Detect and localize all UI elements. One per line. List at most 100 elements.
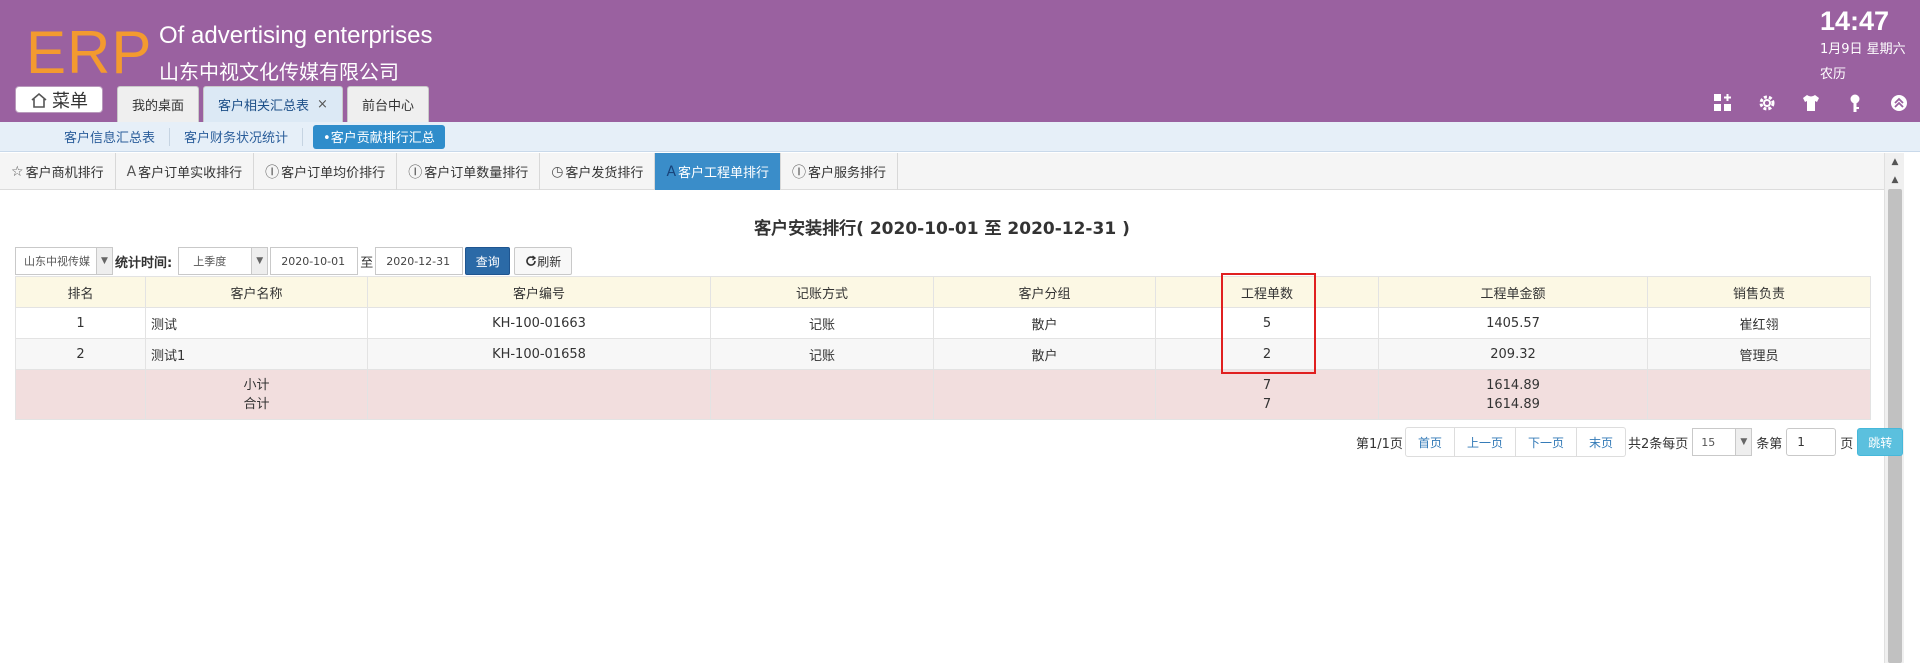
column-header-customer-name[interactable]: 客户名称	[145, 276, 368, 308]
tab-service-ranking[interactable]: Ⓘ 客户服务排行	[781, 153, 899, 190]
column-header-customer-code[interactable]: 客户编号	[367, 276, 711, 308]
column-header-rank[interactable]: 排名	[15, 276, 146, 308]
date-range-separator: 至	[360, 255, 374, 271]
column-header-billing-method[interactable]: 记账方式	[710, 276, 934, 308]
column-header-work-order-count[interactable]: 工程单数	[1155, 276, 1379, 308]
subnav-customer-contribution-ranking[interactable]: •客户贡献排行汇总	[313, 124, 445, 149]
subtotal-amount: 1614.89	[1486, 377, 1540, 393]
tab-order-avg-price-ranking[interactable]: Ⓘ 客户订单均价排行	[254, 153, 398, 190]
scroll-up-arrow-icon[interactable]: ▲	[1885, 153, 1905, 171]
page-size-value: 15	[1701, 435, 1716, 449]
cell-rank: 2	[15, 338, 146, 370]
pause-circle-icon: Ⓘ	[265, 164, 280, 181]
cell-empty	[710, 369, 934, 420]
cell-work-order-amount: 209.32	[1378, 338, 1648, 370]
top-tab-bar: 我的桌面 客户相关汇总表 × 前台中心	[117, 86, 433, 122]
scroll-up-arrow-icon[interactable]: ▲	[1885, 171, 1905, 189]
cell-total-amount: 1614.89 1614.89	[1378, 369, 1648, 420]
period-select-value: 上季度	[193, 255, 227, 268]
rank-tab-label: 客户订单数量排行	[424, 166, 529, 181]
filter-bar: 山东中视传媒 ▼ 统计时间: 上季度 ▼ 2020-10-01 至 2020-1…	[15, 247, 573, 275]
total-label: 合计	[243, 396, 270, 412]
clock-icon: ◷	[551, 163, 564, 180]
collapse-up-icon[interactable]	[1888, 92, 1910, 114]
tab-order-count-ranking[interactable]: Ⓘ 客户订单数量排行	[397, 153, 541, 190]
shirt-icon[interactable]	[1800, 92, 1822, 114]
total-records-text: 共2条每页	[1628, 436, 1689, 452]
key-icon[interactable]	[1844, 92, 1866, 114]
clock-time: 14:47	[1820, 6, 1890, 36]
cell-empty	[15, 369, 146, 420]
per-unit-text: 条第	[1756, 436, 1783, 452]
jump-button[interactable]: 跳转	[1857, 428, 1904, 456]
start-date-input[interactable]: 2020-10-01	[270, 247, 359, 275]
page-number-input[interactable]: 1	[1786, 428, 1837, 456]
cell-billing-method: 记账	[710, 307, 934, 339]
tab-shipment-ranking[interactable]: ◷ 客户发货排行	[540, 153, 656, 190]
cell-total-labels: 小计 合计	[145, 369, 368, 420]
cell-sales-owner: 崔红翎	[1647, 307, 1871, 339]
tab-opportunity-ranking[interactable]: ☆ 客户商机排行	[0, 153, 116, 190]
table-row[interactable]: 2 测试1 KH-100-01658 记账 散户 2 209.32 管理员	[15, 338, 1871, 370]
cell-customer-name: 测试	[145, 307, 368, 339]
cell-work-order-amount: 1405.57	[1378, 307, 1648, 339]
gear-icon[interactable]	[1756, 92, 1778, 114]
erp-logo: ERP	[26, 19, 153, 86]
tab-label: 客户相关汇总表	[218, 99, 310, 114]
period-select[interactable]: 上季度 ▼	[178, 247, 269, 275]
refresh-button[interactable]: 刷新	[514, 247, 573, 275]
tab-work-order-ranking[interactable]: A 客户工程单排行	[655, 153, 782, 190]
subnav-customer-info-summary[interactable]: 客户信息汇总表	[50, 127, 171, 146]
rank-tab-label: 客户工程单排行	[678, 166, 770, 181]
table-row[interactable]: 1 测试 KH-100-01663 记账 散户 5 1405.57 崔红翎	[15, 307, 1871, 339]
total-count: 7	[1262, 396, 1272, 412]
scrollbar-thumb[interactable]	[1888, 189, 1902, 663]
rank-tab-label: 客户服务排行	[808, 166, 887, 181]
column-header-customer-group[interactable]: 客户分组	[933, 276, 1156, 308]
cell-customer-name: 测试1	[145, 338, 368, 370]
company-select[interactable]: 山东中视传媒 ▼	[15, 247, 113, 275]
cell-sales-owner: 管理员	[1647, 338, 1871, 370]
chevron-down-icon: ▼	[96, 248, 112, 274]
cell-billing-method: 记账	[710, 338, 934, 370]
period-label: 统计时间:	[115, 255, 173, 271]
first-page-button[interactable]: 首页	[1404, 427, 1455, 457]
font-icon: A	[126, 163, 137, 180]
apps-add-icon[interactable]	[1712, 92, 1734, 114]
cell-customer-code: KH-100-01658	[367, 338, 711, 370]
subnav-customer-finance-stats[interactable]: 客户财务状况统计	[170, 127, 304, 146]
menu-button[interactable]: 菜单	[15, 86, 103, 113]
company-name-en: Of advertising enterprises	[159, 22, 433, 49]
cell-empty	[367, 369, 711, 420]
page-size-select[interactable]: 15 ▼	[1692, 428, 1753, 456]
tab-label: 前台中心	[361, 99, 414, 114]
end-date-input[interactable]: 2020-12-31	[375, 247, 464, 275]
column-header-work-order-amount[interactable]: 工程单金额	[1378, 276, 1648, 308]
prev-page-button[interactable]: 上一页	[1454, 427, 1516, 457]
pagination: 第1/1页 首页 上一页 下一页 末页 共2条每页 15 ▼ 条第 1 页 跳转	[1354, 427, 1904, 457]
tab-order-received-ranking[interactable]: A 客户订单实收排行	[116, 153, 255, 190]
tab-my-desktop[interactable]: 我的桌面	[117, 86, 200, 122]
vertical-scrollbar[interactable]: ▲ ▲	[1884, 153, 1904, 663]
tab-customer-summary[interactable]: 客户相关汇总表 ×	[203, 86, 343, 122]
ranking-tab-bar: ☆ 客户商机排行 A 客户订单实收排行 Ⓘ 客户订单均价排行 Ⓘ 客户订单数量排…	[0, 153, 1900, 190]
app-header: ERP Of advertising enterprises 山东中视文化传媒有…	[0, 0, 1920, 122]
query-button[interactable]: 查询	[465, 247, 511, 275]
rank-tab-label: 客户订单实收排行	[138, 166, 243, 181]
cell-customer-code: KH-100-01663	[367, 307, 711, 339]
column-header-sales-owner[interactable]: 销售负责	[1647, 276, 1871, 308]
refresh-icon	[526, 255, 537, 266]
last-page-button[interactable]: 末页	[1576, 427, 1626, 457]
pause-circle-icon: Ⓘ	[792, 164, 807, 181]
cell-work-order-count: 5	[1155, 307, 1379, 339]
lunar-calendar-link[interactable]: 农历	[1820, 63, 1846, 82]
table-total-row: 小计 合计 7 7 1614.89 1614.89	[15, 369, 1871, 420]
next-page-button[interactable]: 下一页	[1515, 427, 1577, 457]
cell-empty	[1647, 369, 1871, 420]
close-icon[interactable]: ×	[317, 97, 328, 112]
cell-customer-group: 散户	[933, 307, 1156, 339]
tab-front-center[interactable]: 前台中心	[346, 86, 429, 122]
subtotal-count: 7	[1262, 377, 1272, 393]
clock-date: 1月9日 星期六	[1820, 42, 1906, 57]
cell-work-order-count: 2	[1155, 338, 1379, 370]
